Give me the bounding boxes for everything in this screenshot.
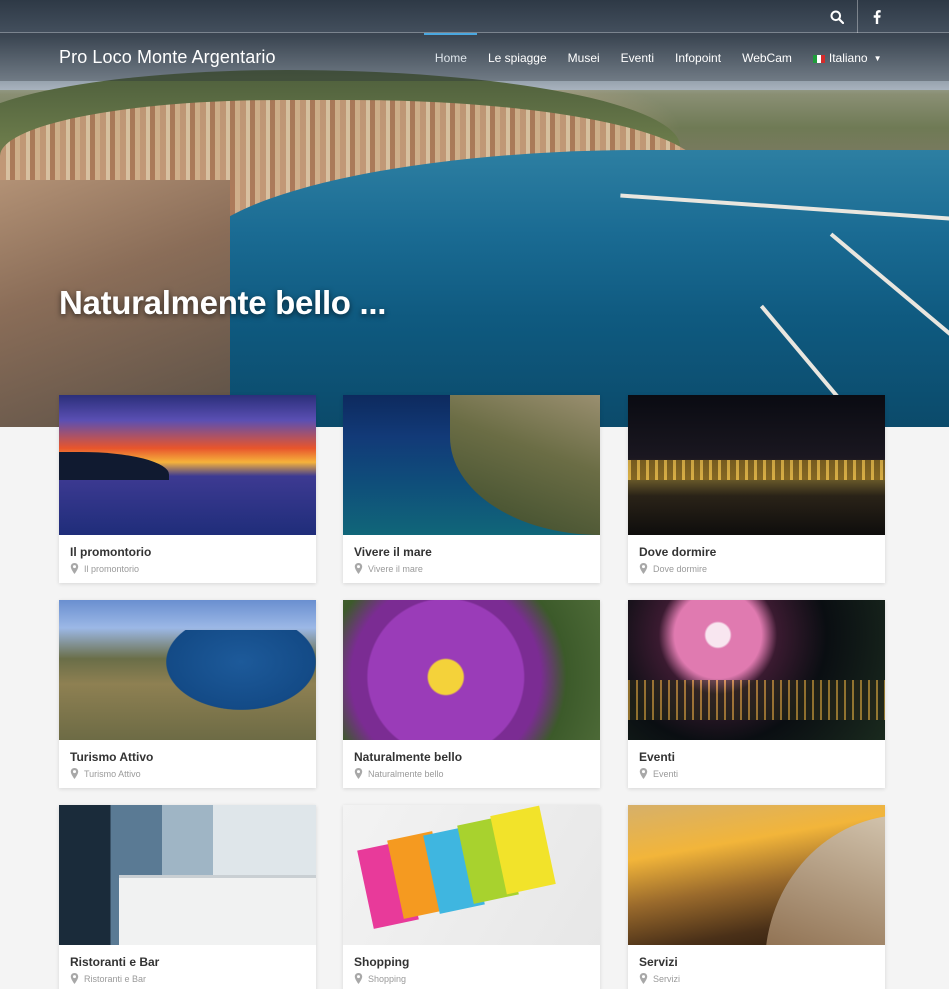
main-nav: Home Le spiagge Musei Eventi Infopoint W… xyxy=(424,33,892,81)
card-location: Eventi xyxy=(639,768,678,779)
nav-musei[interactable]: Musei xyxy=(557,33,610,81)
card-servizi[interactable]: Servizi Servizi xyxy=(628,805,885,989)
card-title[interactable]: Dove dormire xyxy=(639,545,716,559)
card-location-text: Vivere il mare xyxy=(368,563,423,574)
card-location-text: Turismo Attivo xyxy=(84,768,141,779)
card-image[interactable] xyxy=(59,805,316,945)
card-location: Shopping xyxy=(354,973,406,984)
map-pin-icon xyxy=(354,973,363,984)
nav-infopoint[interactable]: Infopoint xyxy=(665,33,732,81)
card-location-text: Servizi xyxy=(653,973,681,984)
card-location: Naturalmente bello xyxy=(354,768,444,779)
card-image[interactable] xyxy=(59,395,316,535)
map-pin-icon xyxy=(70,563,79,574)
card-location-text: Naturalmente bello xyxy=(368,768,444,779)
search-button[interactable] xyxy=(818,0,856,33)
language-label: Italiano xyxy=(828,51,868,65)
caret-down-icon: ▼ xyxy=(873,53,882,63)
card-location-text: Eventi xyxy=(653,768,679,779)
card-title[interactable]: Naturalmente bello xyxy=(354,750,462,764)
main-navbar: Pro Loco Monte Argentario Home Le spiagg… xyxy=(0,33,949,81)
card-ristoranti-e-bar[interactable]: Ristoranti e Bar Ristoranti e Bar xyxy=(59,805,316,989)
facebook-icon xyxy=(873,9,881,24)
card-title[interactable]: Il promontorio xyxy=(70,545,151,559)
nav-home[interactable]: Home xyxy=(424,33,478,81)
card-title[interactable]: Vivere il mare xyxy=(354,545,432,559)
card-title[interactable]: Turismo Attivo xyxy=(70,750,153,764)
map-pin-icon xyxy=(639,563,648,574)
nav-eventi[interactable]: Eventi xyxy=(610,33,664,81)
card-vivere-il-mare[interactable]: Vivere il mare Vivere il mare xyxy=(343,395,600,583)
map-pin-icon xyxy=(70,973,79,984)
search-icon xyxy=(830,10,844,24)
map-pin-icon xyxy=(354,768,363,779)
hero-tagline: Naturalmente bello ... xyxy=(59,284,387,321)
card-il-promontorio[interactable]: Il promontorio Il promontorio xyxy=(59,395,316,583)
nav-le-spiagge[interactable]: Le spiagge xyxy=(477,33,557,81)
site-brand[interactable]: Pro Loco Monte Argentario xyxy=(59,47,276,68)
card-location: Il promontorio xyxy=(70,563,139,574)
map-pin-icon xyxy=(639,973,648,984)
card-image[interactable] xyxy=(59,600,316,740)
card-title[interactable]: Shopping xyxy=(354,955,409,969)
map-pin-icon xyxy=(70,768,79,779)
card-image[interactable] xyxy=(628,805,885,945)
card-dove-dormire[interactable]: Dove dormire Dove dormire xyxy=(628,395,885,583)
hero-banner: Pro Loco Monte Argentario Home Le spiagg… xyxy=(0,0,949,427)
topbar xyxy=(0,0,949,33)
card-location: Dove dormire xyxy=(639,563,707,574)
language-selector[interactable]: Italiano ▼ xyxy=(802,33,892,81)
card-image[interactable] xyxy=(628,395,885,535)
card-title[interactable]: Servizi xyxy=(639,955,678,969)
card-location-text: Shopping xyxy=(368,973,407,984)
nav-webcam[interactable]: WebCam xyxy=(732,33,803,81)
map-pin-icon xyxy=(639,768,648,779)
card-location-text: Il promontorio xyxy=(84,563,140,574)
card-location-text: Ristoranti e Bar xyxy=(84,973,147,984)
card-image[interactable] xyxy=(343,395,600,535)
card-turismo-attivo[interactable]: Turismo Attivo Turismo Attivo xyxy=(59,600,316,788)
card-naturalmente-bello[interactable]: Naturalmente bello Naturalmente bello xyxy=(343,600,600,788)
card-location-text: Dove dormire xyxy=(653,563,708,574)
card-image[interactable] xyxy=(343,805,600,945)
facebook-button[interactable] xyxy=(858,0,896,33)
card-location: Turismo Attivo xyxy=(70,768,141,779)
map-pin-icon xyxy=(354,563,363,574)
card-shopping[interactable]: Shopping Shopping xyxy=(343,805,600,989)
card-location: Vivere il mare xyxy=(354,563,423,574)
card-eventi[interactable]: Eventi Eventi xyxy=(628,600,885,788)
card-location: Servizi xyxy=(639,973,680,984)
card-image[interactable] xyxy=(628,600,885,740)
card-image[interactable] xyxy=(343,600,600,740)
italian-flag-icon xyxy=(812,54,825,63)
card-title[interactable]: Ristoranti e Bar xyxy=(70,955,159,969)
card-title[interactable]: Eventi xyxy=(639,750,675,764)
card-location: Ristoranti e Bar xyxy=(70,973,146,984)
